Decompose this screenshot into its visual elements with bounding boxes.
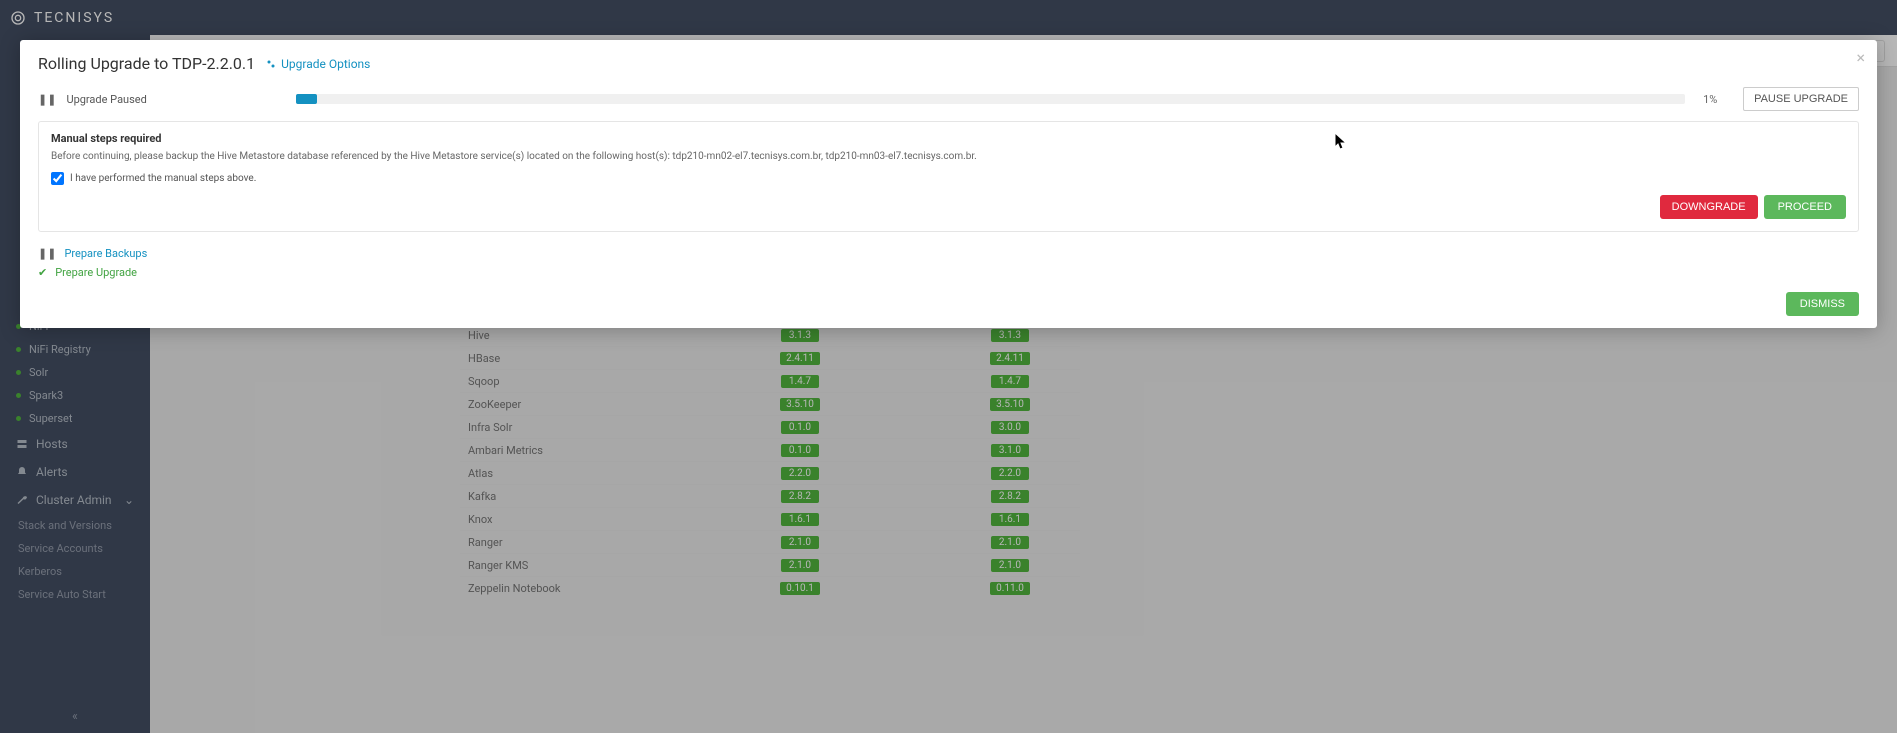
step-prepare-upgrade[interactable]: ✔ Prepare Upgrade	[38, 263, 1859, 282]
check-icon: ✔	[38, 266, 47, 279]
manual-check[interactable]: I have performed the manual steps above.	[51, 172, 1846, 185]
pause-upgrade-button[interactable]: PAUSE UPGRADE	[1743, 87, 1859, 111]
proceed-button[interactable]: PROCEED	[1764, 195, 1846, 219]
status-row: ❚❚ Upgrade Paused 1% PAUSE UPGRADE	[38, 87, 1859, 111]
progress-percent: 1%	[1703, 93, 1733, 106]
upgrade-status: Upgrade Paused	[66, 93, 286, 106]
manual-heading: Manual steps required	[51, 132, 1846, 145]
manual-body: Before continuing, please backup the Hiv…	[51, 149, 1846, 164]
gears-icon	[265, 58, 277, 70]
upgrade-options-link[interactable]: Upgrade Options	[265, 57, 370, 71]
steps-list: ❚❚ Prepare Backups ✔ Prepare Upgrade	[38, 244, 1859, 282]
modal-title: Rolling Upgrade to TDP-2.2.0.1	[38, 54, 255, 73]
upgrade-modal: × Rolling Upgrade to TDP-2.2.0.1 Upgrade…	[20, 40, 1877, 328]
pause-icon: ❚❚	[38, 93, 56, 106]
progress-fill	[296, 94, 317, 104]
close-icon[interactable]: ×	[1856, 48, 1865, 67]
manual-checkbox[interactable]	[51, 172, 64, 185]
dismiss-button[interactable]: DISMISS	[1786, 292, 1859, 316]
manual-steps-box: Manual steps required Before continuing,…	[38, 121, 1859, 232]
progress-bar	[296, 94, 1685, 104]
step-prepare-backups[interactable]: ❚❚ Prepare Backups	[38, 244, 1859, 263]
downgrade-button[interactable]: DOWNGRADE	[1660, 195, 1758, 219]
pause-icon: ❚❚	[38, 247, 56, 260]
manual-check-label: I have performed the manual steps above.	[70, 173, 256, 184]
